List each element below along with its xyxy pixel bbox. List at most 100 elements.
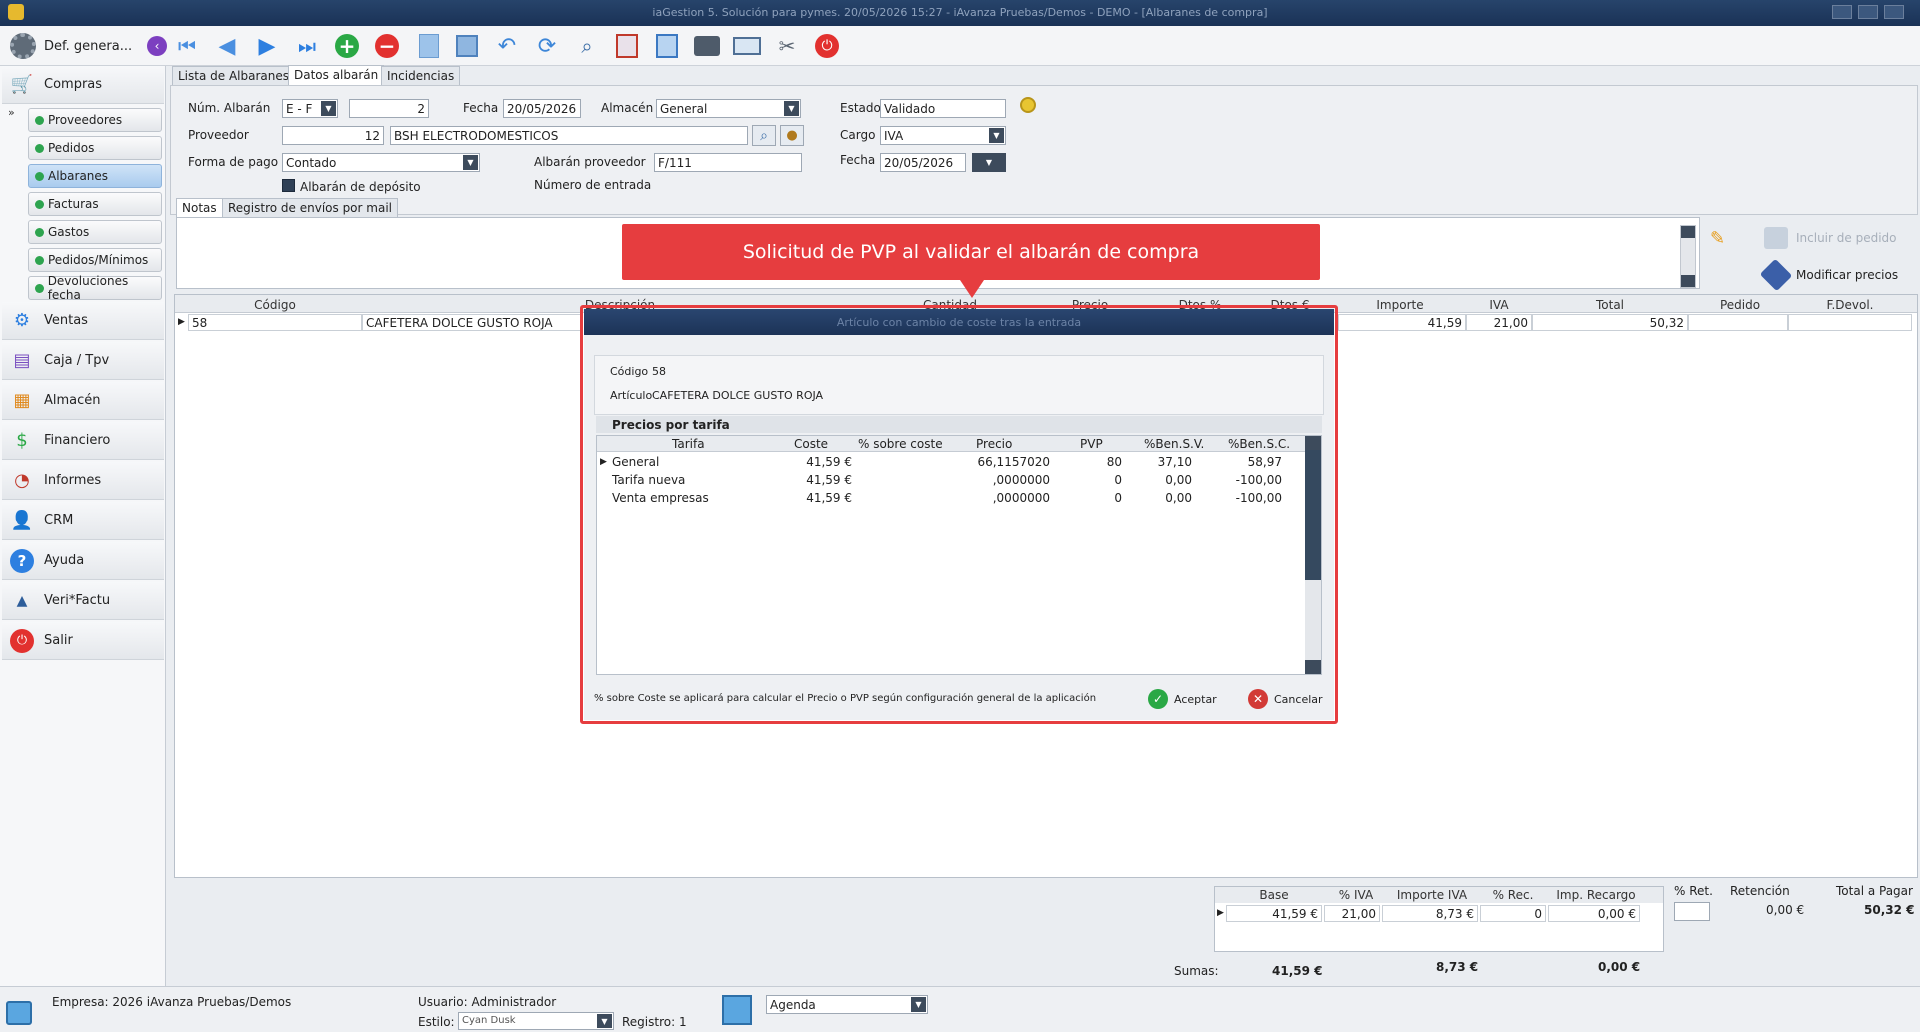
save-button[interactable] [452,31,482,61]
cell-total[interactable]: 50,32 [1532,314,1688,331]
importe-iva-cell[interactable]: 8,73 € [1382,905,1478,922]
scroll-up-icon[interactable] [1681,226,1695,238]
imp-recargo-cell[interactable]: 0,00 € [1548,905,1640,922]
chevron-down-icon[interactable]: ▼ [989,128,1004,143]
scroll-down-icon[interactable] [1681,275,1695,287]
proveedor-detail-button[interactable]: ● [780,125,804,146]
cell-descripcion[interactable]: CAFETERA DOLCE GUSTO ROJA [362,314,582,331]
pvp-cell[interactable]: 80 [1056,455,1122,469]
search-button[interactable]: ⌕ [572,31,602,61]
prices-scrollbar[interactable] [1305,436,1321,674]
precio-cell[interactable]: 66,1157020 [958,455,1050,469]
chevron-down-icon[interactable]: ▼ [911,997,926,1012]
ben-sv-cell[interactable]: 0,00 [1128,473,1192,487]
tab-datos-albaran[interactable]: Datos albarán [288,65,385,85]
edit-notes-icon[interactable]: ✎ [1710,228,1725,249]
proveedor-name-field[interactable]: BSH ELECTRODOMESTICOS [390,126,748,145]
ben-sv-cell[interactable]: 37,10 [1128,455,1192,469]
chevron-down-icon[interactable]: ▼ [321,101,336,116]
tarifa-cell[interactable]: Tarifa nueva [612,473,685,487]
delete-button[interactable]: − [372,31,402,61]
cell-fdevol[interactable] [1788,314,1912,331]
forma-pago-select[interactable]: Contado ▼ [282,153,480,172]
nav-salir[interactable]: ⏻ Salir [2,622,164,660]
chevron-down-icon[interactable]: ▼ [463,155,478,170]
nav-verifactu[interactable]: ▲ Veri*Factu [2,582,164,620]
precio-cell[interactable]: ,0000000 [958,491,1050,505]
notes-scrollbar[interactable] [1680,225,1696,288]
date-picker-button[interactable]: ▼ [972,153,1006,172]
deposito-checkbox[interactable] [282,179,295,192]
report-button[interactable] [612,31,642,61]
sidebar-item-gastos[interactable]: Gastos [28,220,162,244]
sidebar-item-albaranes[interactable]: Albaranes [28,164,162,188]
base-cell[interactable]: 41,59 € [1226,905,1322,922]
pvp-cell[interactable]: 0 [1056,473,1122,487]
card-button[interactable] [732,31,762,61]
cell-pedido[interactable] [1688,314,1788,331]
sidebar-item-proveedores[interactable]: Proveedores [28,108,162,132]
scroll-down-icon[interactable] [1305,660,1321,674]
add-button[interactable]: + [332,31,362,61]
serie-select[interactable]: E - F ▼ [282,99,338,118]
tarifa-cell[interactable]: General [612,455,659,469]
sidebar-item-devoluciones[interactable]: Devoluciones fecha [28,274,162,302]
estilo-select[interactable]: Cyan Dusk ▼ [458,1012,614,1030]
nav-almacen[interactable]: ▦ Almacén [2,382,164,420]
sidebar-item-pedidos[interactable]: Pedidos [28,136,162,160]
scroll-up-icon[interactable] [1305,436,1321,450]
numero-field[interactable]: 2 [349,99,429,118]
coste-cell[interactable]: 41,59 € [768,473,852,487]
prev-record-button[interactable]: ◀ [212,31,242,61]
scroll-thumb[interactable] [1305,450,1321,580]
nav-financiero[interactable]: $ Financiero [2,422,164,460]
documents-button[interactable] [652,31,682,61]
nav-compras[interactable]: 🛒 Compras [2,66,164,104]
nav-ventas[interactable]: ⚙ Ventas [2,302,164,340]
tools-button[interactable]: ✂ [772,31,802,61]
tab-registro-envios[interactable]: Registro de envíos por mail [222,198,398,217]
maximize-button[interactable] [1858,5,1878,19]
tab-incidencias[interactable]: Incidencias [381,66,461,85]
exit-button[interactable]: ⏻ [812,31,842,61]
agenda-select[interactable]: Agenda ▼ [766,995,928,1014]
ben-sc-cell[interactable]: -100,00 [1198,473,1282,487]
tab-notas[interactable]: Notas [176,198,223,217]
nav-crm[interactable]: 👤 CRM [2,502,164,540]
ben-sc-cell[interactable]: -100,00 [1198,491,1282,505]
pvp-cell[interactable]: 0 [1056,491,1122,505]
nav-informes[interactable]: ◔ Informes [2,462,164,500]
accept-button[interactable]: ✓ Aceptar [1148,689,1217,709]
rec-pct-cell[interactable]: 0 [1480,905,1546,922]
first-record-button[interactable]: ⏮ [172,31,202,61]
fecha-field[interactable]: 20/05/2026 [503,99,581,118]
coste-cell[interactable]: 41,59 € [768,491,852,505]
collapse-compras-icon[interactable]: » [8,106,15,119]
fecha2-field[interactable]: 20/05/2026 [880,153,966,172]
coste-cell[interactable]: 41,59 € [768,455,852,469]
sidebar-item-facturas[interactable]: Facturas [28,192,162,216]
refresh-button[interactable]: ⟳ [532,31,562,61]
cell-codigo[interactable]: 58 [188,314,362,331]
nav-caja[interactable]: ▤ Caja / Tpv [2,342,164,380]
search-proveedor-button[interactable]: ⌕ [752,125,776,146]
ret-field[interactable] [1674,902,1710,921]
next-record-button[interactable]: ▶ [252,31,282,61]
iva-pct-cell[interactable]: 21,00 [1324,905,1380,922]
cell-iva[interactable]: 21,00 [1466,314,1532,331]
modificar-precios-button[interactable]: Modificar precios [1759,258,1898,292]
cancel-button[interactable]: ✕ Cancelar [1248,689,1323,709]
chevron-down-icon[interactable]: ▼ [784,101,799,116]
chevron-down-icon[interactable]: ▼ [597,1014,612,1028]
collapse-button[interactable]: ‹ [145,31,169,61]
close-button[interactable] [1884,5,1904,19]
undo-button[interactable]: ↶ [492,31,522,61]
tarifa-cell[interactable]: Venta empresas [612,491,709,505]
nav-ayuda[interactable]: ? Ayuda [2,542,164,580]
print-button[interactable] [692,31,722,61]
config-button[interactable]: Def. genera... [4,30,164,62]
tab-lista-albaranes[interactable]: Lista de Albaranes [172,66,295,85]
sidebar-item-pedidos-minimos[interactable]: Pedidos/Mínimos [28,248,162,272]
ben-sv-cell[interactable]: 0,00 [1128,491,1192,505]
minimize-button[interactable] [1832,5,1852,19]
